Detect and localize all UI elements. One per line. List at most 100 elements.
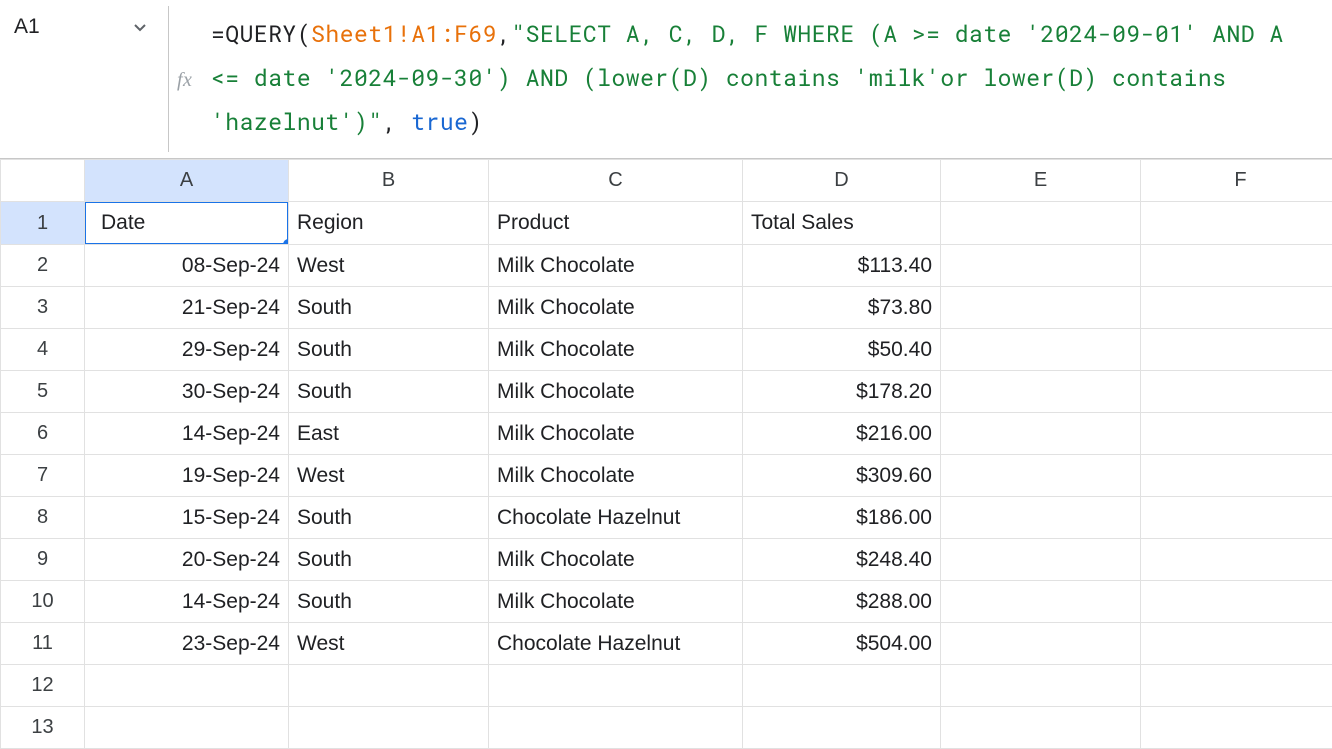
cell-C12[interactable] bbox=[489, 665, 743, 707]
cell-C9[interactable]: Milk Chocolate bbox=[489, 539, 743, 581]
row-header-3[interactable]: 3 bbox=[1, 287, 85, 329]
cell-C2[interactable]: Milk Chocolate bbox=[489, 245, 743, 287]
cell-E1[interactable] bbox=[941, 202, 1141, 245]
cell-F12[interactable] bbox=[1141, 665, 1332, 707]
name-box[interactable]: A1 bbox=[14, 15, 52, 39]
cell-F10[interactable] bbox=[1141, 581, 1332, 623]
row-header-11[interactable]: 11 bbox=[1, 623, 85, 665]
cell-E6[interactable] bbox=[941, 413, 1141, 455]
column-header-C[interactable]: C bbox=[489, 160, 743, 202]
cell-B1[interactable]: Region bbox=[289, 202, 489, 245]
cell-A5[interactable]: 30-Sep-24 bbox=[85, 371, 289, 413]
cell-D13[interactable] bbox=[743, 707, 941, 749]
cell-F8[interactable] bbox=[1141, 497, 1332, 539]
cell-B6[interactable]: East bbox=[289, 413, 489, 455]
column-header-A[interactable]: A bbox=[85, 160, 289, 202]
cell-A11[interactable]: 23-Sep-24 bbox=[85, 623, 289, 665]
cell-F4[interactable] bbox=[1141, 329, 1332, 371]
cell-D11[interactable]: $504.00 bbox=[743, 623, 941, 665]
cell-E2[interactable] bbox=[941, 245, 1141, 287]
row-header-1[interactable]: 1 bbox=[1, 202, 85, 245]
cell-E11[interactable] bbox=[941, 623, 1141, 665]
row-header-6[interactable]: 6 bbox=[1, 413, 85, 455]
column-header-E[interactable]: E bbox=[941, 160, 1141, 202]
cell-A1[interactable]: Date bbox=[85, 202, 289, 245]
column-header-B[interactable]: B bbox=[289, 160, 489, 202]
cell-F6[interactable] bbox=[1141, 413, 1332, 455]
column-header-F[interactable]: F bbox=[1141, 160, 1332, 202]
cell-B8[interactable]: South bbox=[289, 497, 489, 539]
row-header-4[interactable]: 4 bbox=[1, 329, 85, 371]
cell-B7[interactable]: West bbox=[289, 455, 489, 497]
cell-C11[interactable]: Chocolate Hazelnut bbox=[489, 623, 743, 665]
cell-A7[interactable]: 19-Sep-24 bbox=[85, 455, 289, 497]
cell-B12[interactable] bbox=[289, 665, 489, 707]
formula-input[interactable]: fx =QUERY(Sheet1!A1:F69,"SELECT A, C, D,… bbox=[169, 0, 1332, 158]
cell-D9[interactable]: $248.40 bbox=[743, 539, 941, 581]
row-header-12[interactable]: 12 bbox=[1, 665, 85, 707]
cell-C8[interactable]: Chocolate Hazelnut bbox=[489, 497, 743, 539]
cell-B9[interactable]: South bbox=[289, 539, 489, 581]
cell-B3[interactable]: South bbox=[289, 287, 489, 329]
cell-C1[interactable]: Product bbox=[489, 202, 743, 245]
row-header-9[interactable]: 9 bbox=[1, 539, 85, 581]
cell-D10[interactable]: $288.00 bbox=[743, 581, 941, 623]
select-all-corner[interactable] bbox=[1, 160, 85, 202]
cell-A13[interactable] bbox=[85, 707, 289, 749]
cell-D5[interactable]: $178.20 bbox=[743, 371, 941, 413]
cell-D3[interactable]: $73.80 bbox=[743, 287, 941, 329]
row-header-10[interactable]: 10 bbox=[1, 581, 85, 623]
cell-C13[interactable] bbox=[489, 707, 743, 749]
cell-E4[interactable] bbox=[941, 329, 1141, 371]
name-box-dropdown-icon[interactable] bbox=[134, 19, 168, 35]
cell-F11[interactable] bbox=[1141, 623, 1332, 665]
cell-B4[interactable]: South bbox=[289, 329, 489, 371]
cell-F13[interactable] bbox=[1141, 707, 1332, 749]
cell-F5[interactable] bbox=[1141, 371, 1332, 413]
cell-E10[interactable] bbox=[941, 581, 1141, 623]
spreadsheet-grid[interactable]: ABCDEF 1DateRegionProductTotal Sales 208-… bbox=[0, 159, 1332, 749]
cell-F9[interactable] bbox=[1141, 539, 1332, 581]
cell-B10[interactable]: South bbox=[289, 581, 489, 623]
cell-F3[interactable] bbox=[1141, 287, 1332, 329]
cell-A8[interactable]: 15-Sep-24 bbox=[85, 497, 289, 539]
cell-D8[interactable]: $186.00 bbox=[743, 497, 941, 539]
cell-E3[interactable] bbox=[941, 287, 1141, 329]
cell-D2[interactable]: $113.40 bbox=[743, 245, 941, 287]
cell-E5[interactable] bbox=[941, 371, 1141, 413]
cell-C6[interactable]: Milk Chocolate bbox=[489, 413, 743, 455]
cell-B13[interactable] bbox=[289, 707, 489, 749]
row-header-13[interactable]: 13 bbox=[1, 707, 85, 749]
cell-B5[interactable]: South bbox=[289, 371, 489, 413]
fill-handle[interactable] bbox=[283, 239, 289, 245]
cell-B11[interactable]: West bbox=[289, 623, 489, 665]
cell-C5[interactable]: Milk Chocolate bbox=[489, 371, 743, 413]
cell-E8[interactable] bbox=[941, 497, 1141, 539]
row-header-8[interactable]: 8 bbox=[1, 497, 85, 539]
cell-C3[interactable]: Milk Chocolate bbox=[489, 287, 743, 329]
cell-F1[interactable] bbox=[1141, 202, 1332, 245]
cell-A10[interactable]: 14-Sep-24 bbox=[85, 581, 289, 623]
cell-A9[interactable]: 20-Sep-24 bbox=[85, 539, 289, 581]
cell-E9[interactable] bbox=[941, 539, 1141, 581]
cell-D4[interactable]: $50.40 bbox=[743, 329, 941, 371]
row-header-2[interactable]: 2 bbox=[1, 245, 85, 287]
cell-D6[interactable]: $216.00 bbox=[743, 413, 941, 455]
cell-A12[interactable] bbox=[85, 665, 289, 707]
cell-C7[interactable]: Milk Chocolate bbox=[489, 455, 743, 497]
cell-B2[interactable]: West bbox=[289, 245, 489, 287]
row-header-5[interactable]: 5 bbox=[1, 371, 85, 413]
cell-C4[interactable]: Milk Chocolate bbox=[489, 329, 743, 371]
cell-C10[interactable]: Milk Chocolate bbox=[489, 581, 743, 623]
cell-D1[interactable]: Total Sales bbox=[743, 202, 941, 245]
cell-E7[interactable] bbox=[941, 455, 1141, 497]
cell-D12[interactable] bbox=[743, 665, 941, 707]
cell-E12[interactable] bbox=[941, 665, 1141, 707]
cell-D7[interactable]: $309.60 bbox=[743, 455, 941, 497]
cell-A2[interactable]: 08-Sep-24 bbox=[85, 245, 289, 287]
row-header-7[interactable]: 7 bbox=[1, 455, 85, 497]
column-header-D[interactable]: D bbox=[743, 160, 941, 202]
cell-F7[interactable] bbox=[1141, 455, 1332, 497]
cell-A3[interactable]: 21-Sep-24 bbox=[85, 287, 289, 329]
cell-A6[interactable]: 14-Sep-24 bbox=[85, 413, 289, 455]
